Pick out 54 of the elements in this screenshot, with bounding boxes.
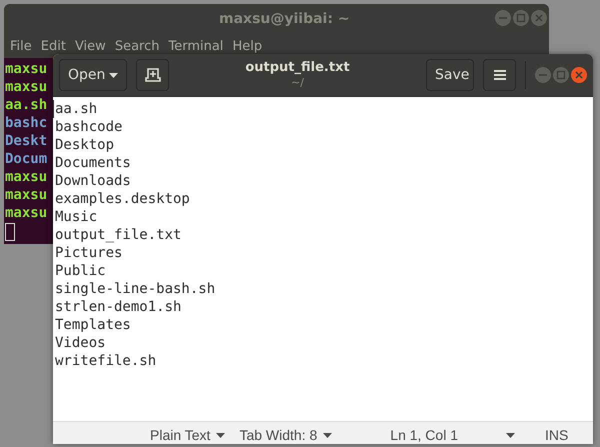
- maximize-icon[interactable]: [513, 10, 529, 26]
- terminal-line: maxsu: [5, 168, 48, 186]
- terminal-line: Docum: [5, 150, 48, 168]
- terminal-line: aa.sh: [5, 96, 48, 114]
- menu-item[interactable]: File: [10, 38, 32, 54]
- cursor-position: Ln 1, Col 1: [390, 427, 458, 443]
- text-line: Downloads: [54, 172, 132, 190]
- maximize-icon[interactable]: [553, 67, 569, 83]
- minimize-icon[interactable]: [495, 10, 511, 26]
- new-tab-button[interactable]: [136, 59, 169, 91]
- text-line: output_file.txt: [54, 226, 182, 244]
- menu-icon: [494, 69, 506, 81]
- close-icon[interactable]: [531, 10, 547, 26]
- text-line: Desktop: [54, 136, 116, 154]
- text-line: Documents: [54, 154, 132, 172]
- menu-item[interactable]: Help: [232, 38, 262, 54]
- caret-icon: [323, 432, 332, 438]
- caret-icon[interactable]: [506, 432, 515, 438]
- text-line: Templates: [54, 316, 132, 334]
- menu-item[interactable]: View: [74, 38, 106, 54]
- text-line: strlen-demo1.sh: [54, 298, 182, 316]
- minimize-icon[interactable]: [535, 67, 551, 83]
- text-line: Public: [54, 262, 107, 280]
- text-line: single-line-bash.sh: [54, 280, 216, 298]
- terminal-line: maxsu: [5, 204, 48, 222]
- text-line: bashcode: [54, 118, 124, 136]
- text-line: Videos: [54, 334, 107, 352]
- terminal-line: maxsu: [5, 186, 48, 204]
- menu-button[interactable]: [483, 59, 516, 91]
- caret-icon: [216, 432, 226, 438]
- menu-item[interactable]: Edit: [40, 38, 66, 54]
- menu-item[interactable]: Search: [114, 38, 160, 54]
- text-line: Pictures: [54, 244, 124, 262]
- insert-mode: INS: [545, 427, 568, 443]
- save-button[interactable]: Save: [426, 59, 474, 91]
- language-selector[interactable]: Plain Text: [150, 427, 226, 443]
- window-title: maxsu@yiibai: ~: [219, 11, 350, 27]
- open-button[interactable]: Open: [59, 59, 127, 91]
- file-path: ~/: [291, 75, 304, 90]
- text-line: writefile.sh: [54, 352, 158, 370]
- text-line: Music: [54, 208, 98, 226]
- text-line: examples.desktop: [54, 190, 191, 208]
- terminal-line: maxsu: [5, 60, 48, 78]
- close-icon[interactable]: [571, 67, 587, 83]
- caret-icon: [109, 72, 118, 78]
- file-title: output_file.txt: [245, 60, 350, 75]
- tab-width-selector[interactable]: Tab Width: 8: [239, 427, 332, 443]
- menu-item[interactable]: Terminal: [168, 38, 224, 54]
- terminal-line: Deskt: [5, 132, 48, 150]
- plus-tray-icon: [144, 67, 160, 83]
- text-line: aa.sh: [53, 100, 593, 118]
- cursor-icon: [5, 223, 15, 241]
- terminal-line: bashc: [5, 114, 48, 132]
- terminal-line: maxsu: [5, 78, 48, 96]
